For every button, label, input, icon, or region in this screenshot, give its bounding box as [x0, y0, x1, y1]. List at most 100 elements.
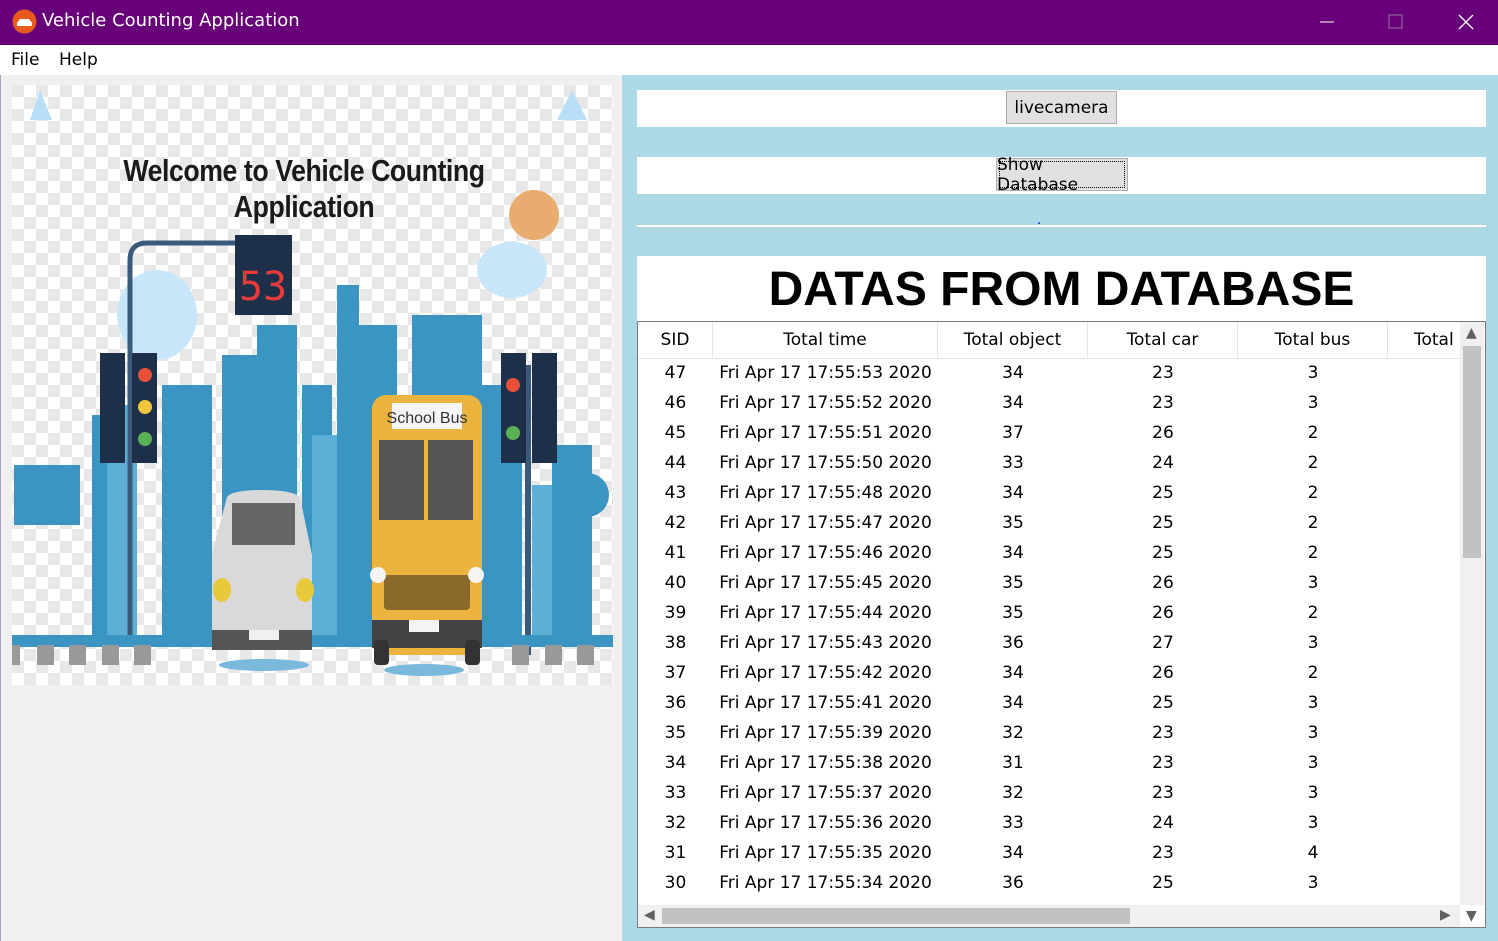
table-cell: 32: [1002, 783, 1024, 803]
table-cell: Fri Apr 17 17:55:39 2020: [719, 723, 932, 743]
table-header: SID Total time Total object Total car To…: [638, 322, 1460, 359]
table-cell: 44: [664, 453, 687, 473]
table-row[interactable]: 46 Fri Apr 17 17:55:52 2020 34 23 3: [638, 388, 1460, 418]
chevron-left-icon[interactable]: ◀: [644, 907, 655, 923]
column-total-time[interactable]: Total time: [713, 322, 938, 358]
table-cell: 37: [664, 663, 687, 683]
table-cell: 33: [1002, 813, 1024, 833]
table-row[interactable]: 45 Fri Apr 17 17:55:51 2020 37 26 2: [638, 418, 1460, 448]
table-row[interactable]: 31 Fri Apr 17 17:55:35 2020 34 23 4: [638, 838, 1460, 868]
menu-file[interactable]: File: [11, 50, 39, 70]
table-cell: 25: [1152, 693, 1174, 713]
table-row[interactable]: 40 Fri Apr 17 17:55:45 2020 35 26 3: [638, 568, 1460, 598]
table-cell: 35: [1002, 603, 1024, 623]
chevron-up-icon[interactable]: ▲: [1466, 325, 1477, 341]
column-total-bus[interactable]: Total bus: [1238, 322, 1388, 358]
table-cell: 36: [1002, 633, 1024, 653]
chevron-right-icon[interactable]: ▶: [1440, 907, 1451, 923]
table-cell: 24: [1152, 813, 1174, 833]
table-row[interactable]: 39 Fri Apr 17 17:55:44 2020 35 26 2: [638, 598, 1460, 628]
table-cell: 37: [1002, 423, 1024, 443]
table-cell: 3: [1307, 363, 1319, 383]
database-table[interactable]: SID Total time Total object Total car To…: [637, 321, 1486, 928]
column-total-object[interactable]: Total object: [938, 322, 1088, 358]
table-cell: 26: [1152, 573, 1174, 593]
table-row[interactable]: 36 Fri Apr 17 17:55:41 2020 34 25 3: [638, 688, 1460, 718]
right-panel: livecamera Show Database . DATAS FROM DA…: [622, 75, 1498, 941]
horizontal-scrollbar[interactable]: ◀ ▶: [638, 905, 1460, 927]
table-row[interactable]: 32 Fri Apr 17 17:55:36 2020 33 24 3: [638, 808, 1460, 838]
table-cell: 2: [1307, 483, 1319, 503]
table-cell: 34: [1002, 693, 1024, 713]
column-sid[interactable]: SID: [638, 322, 713, 358]
table-cell: 3: [1307, 783, 1319, 803]
table-cell: 26: [1152, 423, 1174, 443]
table-cell: 34: [1002, 543, 1024, 563]
table-row[interactable]: 30 Fri Apr 17 17:55:34 2020 36 25 3: [638, 868, 1460, 898]
table-cell: 35: [1002, 513, 1024, 533]
table-cell: 3: [1307, 813, 1319, 833]
table-cell: Fri Apr 17 17:55:48 2020: [719, 483, 932, 503]
database-frame: DATAS FROM DATABASE SID Total time Total…: [637, 256, 1486, 928]
table-cell: Fri Apr 17 17:55:35 2020: [719, 843, 932, 863]
menu-help[interactable]: Help: [59, 50, 98, 70]
table-row[interactable]: 34 Fri Apr 17 17:55:38 2020 31 23 3: [638, 748, 1460, 778]
maximize-button[interactable]: [1372, 0, 1418, 45]
table-cell: 46: [664, 393, 687, 413]
table-cell: 30: [664, 873, 687, 893]
menu-bar: File Help: [0, 45, 1498, 75]
table-cell: 34: [1002, 843, 1024, 863]
column-total-car[interactable]: Total car: [1088, 322, 1238, 358]
vertical-scroll-thumb[interactable]: [1463, 346, 1481, 558]
table-cell: 34: [1002, 663, 1024, 683]
column-total-p[interactable]: Total p: [1388, 322, 1460, 358]
table-cell: 31: [664, 843, 687, 863]
table-cell: 36: [664, 693, 687, 713]
livecamera-row: livecamera: [637, 90, 1486, 127]
table-row[interactable]: 47 Fri Apr 17 17:55:53 2020 34 23 3: [638, 358, 1460, 388]
table-cell: 45: [664, 423, 687, 443]
table-cell: 27: [1152, 633, 1174, 653]
left-panel: 53 School Bus Welcome to Vehicle Countin…: [0, 75, 623, 941]
minimize-button[interactable]: [1304, 0, 1350, 45]
table-cell: 34: [1002, 483, 1024, 503]
table-cell: 35: [664, 723, 687, 743]
table-cell: 2: [1307, 423, 1319, 443]
database-title: DATAS FROM DATABASE: [768, 263, 1355, 316]
table-row[interactable]: 41 Fri Apr 17 17:55:46 2020 34 25 2: [638, 538, 1460, 568]
table-cell: 25: [1152, 513, 1174, 533]
welcome-illustration: 53 School Bus Welcome to Vehicle Countin…: [12, 85, 613, 685]
traffic-countdown: 53: [239, 264, 287, 310]
vertical-scrollbar[interactable]: ▲: [1460, 322, 1484, 905]
close-button[interactable]: [1443, 0, 1489, 45]
table-cell: 24: [1152, 453, 1174, 473]
chevron-down-icon[interactable]: ▼: [1466, 908, 1477, 924]
table-cell: 26: [1152, 663, 1174, 683]
separator: [637, 225, 1486, 227]
table-cell: 34: [664, 753, 687, 773]
table-cell: 23: [1152, 393, 1174, 413]
table-cell: 36: [1002, 873, 1024, 893]
show-database-button[interactable]: Show Database: [996, 155, 1128, 195]
table-row[interactable]: 35 Fri Apr 17 17:55:39 2020 32 23 3: [638, 718, 1460, 748]
table-row[interactable]: 33 Fri Apr 17 17:55:37 2020 32 23 3: [638, 778, 1460, 808]
table-cell: 33: [664, 783, 687, 803]
table-cell: 3: [1307, 753, 1319, 773]
table-cell: 25: [1152, 483, 1174, 503]
table-cell: 43: [664, 483, 687, 503]
table-row[interactable]: 43 Fri Apr 17 17:55:48 2020 34 25 2: [638, 478, 1460, 508]
horizontal-scroll-thumb[interactable]: [662, 908, 1130, 924]
table-cell: 23: [1152, 843, 1174, 863]
table-row[interactable]: 38 Fri Apr 17 17:55:43 2020 36 27 3: [638, 628, 1460, 658]
table-cell: 2: [1307, 663, 1319, 683]
livecamera-button[interactable]: livecamera: [1006, 91, 1117, 124]
table-row[interactable]: 44 Fri Apr 17 17:55:50 2020 33 24 2: [638, 448, 1460, 478]
table-cell: 4: [1307, 843, 1319, 863]
table-cell: 2: [1307, 543, 1319, 563]
table-row[interactable]: 37 Fri Apr 17 17:55:42 2020 34 26 2: [638, 658, 1460, 688]
title-bar: Vehicle Counting Application: [0, 0, 1498, 45]
table-row[interactable]: 42 Fri Apr 17 17:55:47 2020 35 25 2: [638, 508, 1460, 538]
table-cell: 42: [664, 513, 687, 533]
table-cell: Fri Apr 17 17:55:45 2020: [719, 573, 932, 593]
table-cell: Fri Apr 17 17:55:47 2020: [719, 513, 932, 533]
